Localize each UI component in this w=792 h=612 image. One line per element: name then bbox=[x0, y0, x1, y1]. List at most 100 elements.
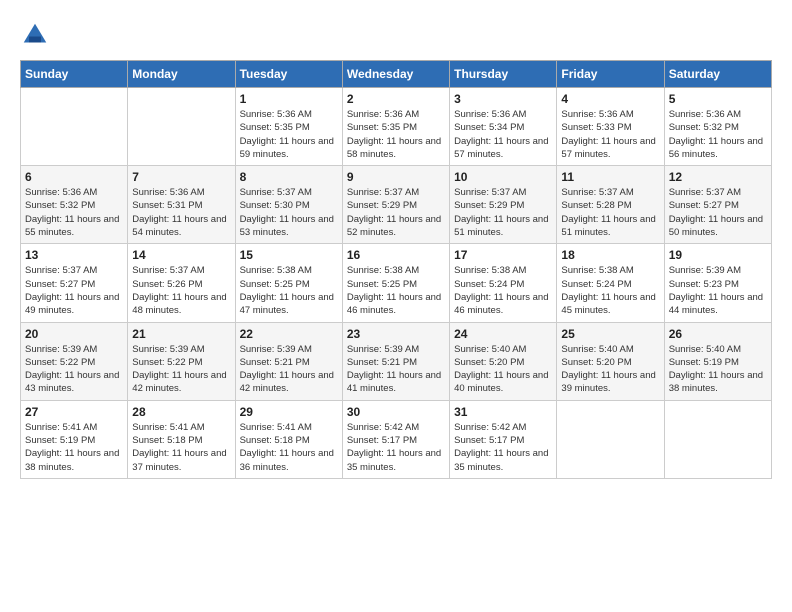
day-number: 1 bbox=[240, 92, 338, 106]
day-info: Sunrise: 5:36 AM Sunset: 5:34 PM Dayligh… bbox=[454, 108, 552, 161]
calendar-cell: 22 Sunrise: 5:39 AM Sunset: 5:21 PM Dayli… bbox=[235, 322, 342, 400]
day-number: 6 bbox=[25, 170, 123, 184]
calendar-cell: 25 Sunrise: 5:40 AM Sunset: 5:20 PM Dayli… bbox=[557, 322, 664, 400]
day-info: Sunrise: 5:41 AM Sunset: 5:18 PM Dayligh… bbox=[132, 421, 230, 474]
calendar-header: SundayMondayTuesdayWednesdayThursdayFrid… bbox=[21, 61, 772, 88]
calendar-cell: 29 Sunrise: 5:41 AM Sunset: 5:18 PM Dayli… bbox=[235, 400, 342, 478]
calendar-week: 27 Sunrise: 5:41 AM Sunset: 5:19 PM Dayli… bbox=[21, 400, 772, 478]
day-number: 16 bbox=[347, 248, 445, 262]
day-header: Friday bbox=[557, 61, 664, 88]
calendar-week: 20 Sunrise: 5:39 AM Sunset: 5:22 PM Dayli… bbox=[21, 322, 772, 400]
logo bbox=[20, 20, 54, 50]
day-info: Sunrise: 5:39 AM Sunset: 5:22 PM Dayligh… bbox=[25, 343, 123, 396]
day-number: 11 bbox=[561, 170, 659, 184]
day-number: 23 bbox=[347, 327, 445, 341]
day-number: 19 bbox=[669, 248, 767, 262]
day-info: Sunrise: 5:38 AM Sunset: 5:24 PM Dayligh… bbox=[561, 264, 659, 317]
day-info: Sunrise: 5:37 AM Sunset: 5:27 PM Dayligh… bbox=[669, 186, 767, 239]
calendar-cell: 13Sunrise: 5:37 AM Sunset: 5:27 PM Dayli… bbox=[21, 244, 128, 322]
day-info: Sunrise: 5:37 AM Sunset: 5:30 PM Dayligh… bbox=[240, 186, 338, 239]
calendar-cell: 10Sunrise: 5:37 AM Sunset: 5:29 PM Dayli… bbox=[450, 166, 557, 244]
header-row: SundayMondayTuesdayWednesdayThursdayFrid… bbox=[21, 61, 772, 88]
day-info: Sunrise: 5:38 AM Sunset: 5:25 PM Dayligh… bbox=[240, 264, 338, 317]
day-info: Sunrise: 5:36 AM Sunset: 5:33 PM Dayligh… bbox=[561, 108, 659, 161]
calendar-cell: 28 Sunrise: 5:41 AM Sunset: 5:18 PM Dayli… bbox=[128, 400, 235, 478]
day-number: 31 bbox=[454, 405, 552, 419]
calendar-cell: 6 Sunrise: 5:36 AM Sunset: 5:32 PM Daylig… bbox=[21, 166, 128, 244]
day-info: Sunrise: 5:40 AM Sunset: 5:19 PM Dayligh… bbox=[669, 343, 767, 396]
calendar-cell: 14Sunrise: 5:37 AM Sunset: 5:26 PM Dayli… bbox=[128, 244, 235, 322]
day-info: Sunrise: 5:36 AM Sunset: 5:32 PM Dayligh… bbox=[669, 108, 767, 161]
day-number: 14 bbox=[132, 248, 230, 262]
day-number: 4 bbox=[561, 92, 659, 106]
day-number: 13 bbox=[25, 248, 123, 262]
day-info: Sunrise: 5:42 AM Sunset: 5:17 PM Dayligh… bbox=[454, 421, 552, 474]
day-info: Sunrise: 5:40 AM Sunset: 5:20 PM Dayligh… bbox=[561, 343, 659, 396]
day-number: 17 bbox=[454, 248, 552, 262]
day-info: Sunrise: 5:39 AM Sunset: 5:23 PM Dayligh… bbox=[669, 264, 767, 317]
calendar-cell: 4 Sunrise: 5:36 AM Sunset: 5:33 PM Daylig… bbox=[557, 88, 664, 166]
day-info: Sunrise: 5:39 AM Sunset: 5:21 PM Dayligh… bbox=[347, 343, 445, 396]
day-header: Saturday bbox=[664, 61, 771, 88]
day-info: Sunrise: 5:41 AM Sunset: 5:19 PM Dayligh… bbox=[25, 421, 123, 474]
day-number: 25 bbox=[561, 327, 659, 341]
day-number: 21 bbox=[132, 327, 230, 341]
day-number: 9 bbox=[347, 170, 445, 184]
calendar-cell: 11 Sunrise: 5:37 AM Sunset: 5:28 PM Dayli… bbox=[557, 166, 664, 244]
calendar-cell: 9 Sunrise: 5:37 AM Sunset: 5:29 PM Daylig… bbox=[342, 166, 449, 244]
calendar-cell: 21 Sunrise: 5:39 AM Sunset: 5:22 PM Dayli… bbox=[128, 322, 235, 400]
page-header bbox=[20, 20, 772, 50]
calendar-week: 1 Sunrise: 5:36 AM Sunset: 5:35 PM Daylig… bbox=[21, 88, 772, 166]
day-number: 27 bbox=[25, 405, 123, 419]
calendar-cell: 19 Sunrise: 5:39 AM Sunset: 5:23 PM Dayli… bbox=[664, 244, 771, 322]
day-info: Sunrise: 5:41 AM Sunset: 5:18 PM Dayligh… bbox=[240, 421, 338, 474]
day-info: Sunrise: 5:37 AM Sunset: 5:29 PM Dayligh… bbox=[347, 186, 445, 239]
day-number: 29 bbox=[240, 405, 338, 419]
calendar-cell: 24 Sunrise: 5:40 AM Sunset: 5:20 PM Dayli… bbox=[450, 322, 557, 400]
day-info: Sunrise: 5:39 AM Sunset: 5:22 PM Dayligh… bbox=[132, 343, 230, 396]
day-header: Tuesday bbox=[235, 61, 342, 88]
day-number: 5 bbox=[669, 92, 767, 106]
day-number: 12 bbox=[669, 170, 767, 184]
calendar-cell: 12 Sunrise: 5:37 AM Sunset: 5:27 PM Dayli… bbox=[664, 166, 771, 244]
day-info: Sunrise: 5:36 AM Sunset: 5:31 PM Dayligh… bbox=[132, 186, 230, 239]
day-header: Wednesday bbox=[342, 61, 449, 88]
day-info: Sunrise: 5:36 AM Sunset: 5:35 PM Dayligh… bbox=[240, 108, 338, 161]
calendar-cell: 26Sunrise: 5:40 AM Sunset: 5:19 PM Dayli… bbox=[664, 322, 771, 400]
calendar-cell: 15 Sunrise: 5:38 AM Sunset: 5:25 PM Dayli… bbox=[235, 244, 342, 322]
day-number: 15 bbox=[240, 248, 338, 262]
calendar-cell: 16 Sunrise: 5:38 AM Sunset: 5:25 PM Dayli… bbox=[342, 244, 449, 322]
calendar-cell bbox=[557, 400, 664, 478]
day-number: 24 bbox=[454, 327, 552, 341]
day-header: Monday bbox=[128, 61, 235, 88]
calendar-cell: 18Sunrise: 5:38 AM Sunset: 5:24 PM Dayli… bbox=[557, 244, 664, 322]
calendar-cell: 5 Sunrise: 5:36 AM Sunset: 5:32 PM Daylig… bbox=[664, 88, 771, 166]
day-info: Sunrise: 5:38 AM Sunset: 5:24 PM Dayligh… bbox=[454, 264, 552, 317]
day-number: 3 bbox=[454, 92, 552, 106]
day-info: Sunrise: 5:36 AM Sunset: 5:32 PM Dayligh… bbox=[25, 186, 123, 239]
calendar-cell: 17 Sunrise: 5:38 AM Sunset: 5:24 PM Dayli… bbox=[450, 244, 557, 322]
day-header: Thursday bbox=[450, 61, 557, 88]
calendar-cell: 3 Sunrise: 5:36 AM Sunset: 5:34 PM Daylig… bbox=[450, 88, 557, 166]
calendar-cell: 2 Sunrise: 5:36 AM Sunset: 5:35 PM Daylig… bbox=[342, 88, 449, 166]
day-number: 22 bbox=[240, 327, 338, 341]
day-number: 28 bbox=[132, 405, 230, 419]
calendar-cell: 1 Sunrise: 5:36 AM Sunset: 5:35 PM Daylig… bbox=[235, 88, 342, 166]
calendar-cell bbox=[21, 88, 128, 166]
logo-icon bbox=[20, 20, 50, 50]
calendar-cell bbox=[128, 88, 235, 166]
day-info: Sunrise: 5:39 AM Sunset: 5:21 PM Dayligh… bbox=[240, 343, 338, 396]
day-info: Sunrise: 5:42 AM Sunset: 5:17 PM Dayligh… bbox=[347, 421, 445, 474]
day-number: 20 bbox=[25, 327, 123, 341]
day-info: Sunrise: 5:37 AM Sunset: 5:28 PM Dayligh… bbox=[561, 186, 659, 239]
day-info: Sunrise: 5:36 AM Sunset: 5:35 PM Dayligh… bbox=[347, 108, 445, 161]
calendar-cell: 30Sunrise: 5:42 AM Sunset: 5:17 PM Dayli… bbox=[342, 400, 449, 478]
calendar-table: SundayMondayTuesdayWednesdayThursdayFrid… bbox=[20, 60, 772, 479]
calendar-cell: 27 Sunrise: 5:41 AM Sunset: 5:19 PM Dayli… bbox=[21, 400, 128, 478]
calendar-cell: 7Sunrise: 5:36 AM Sunset: 5:31 PM Daylig… bbox=[128, 166, 235, 244]
day-number: 2 bbox=[347, 92, 445, 106]
day-info: Sunrise: 5:38 AM Sunset: 5:25 PM Dayligh… bbox=[347, 264, 445, 317]
calendar-cell: 20 Sunrise: 5:39 AM Sunset: 5:22 PM Dayli… bbox=[21, 322, 128, 400]
day-info: Sunrise: 5:40 AM Sunset: 5:20 PM Dayligh… bbox=[454, 343, 552, 396]
calendar-body: 1 Sunrise: 5:36 AM Sunset: 5:35 PM Daylig… bbox=[21, 88, 772, 479]
